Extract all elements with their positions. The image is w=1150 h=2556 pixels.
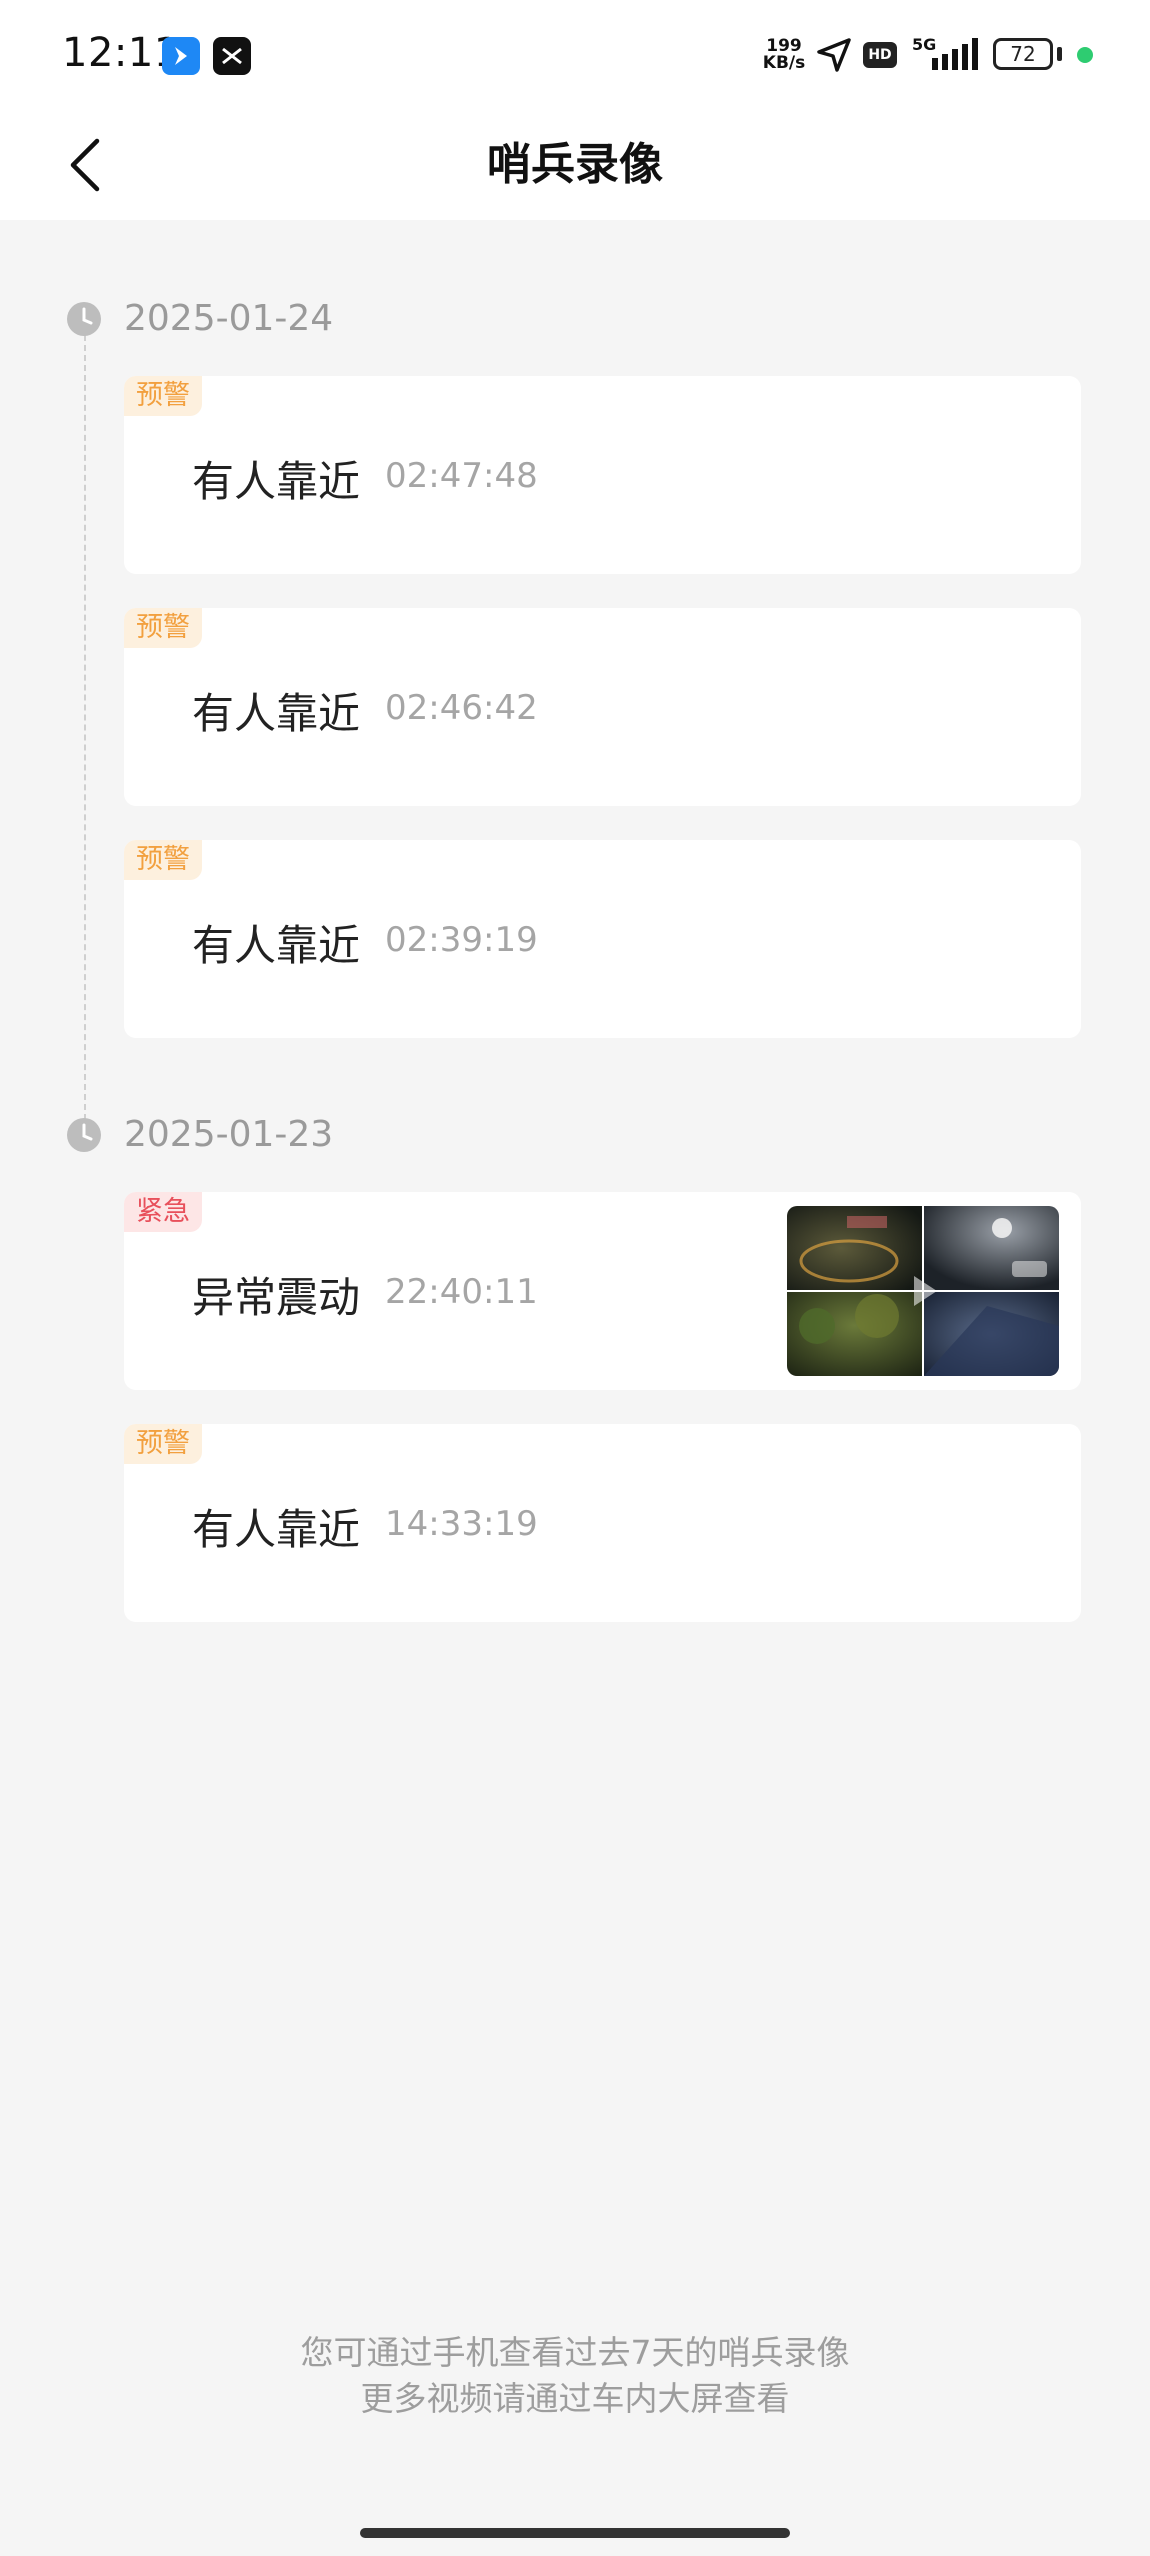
battery-tip — [1057, 47, 1062, 61]
event-title: 有人靠近 — [192, 1505, 361, 1554]
severity-tag: 预警 — [124, 1424, 202, 1464]
severity-tag: 预警 — [124, 840, 202, 880]
event-time: 02:47:48 — [385, 456, 538, 496]
location-arrow-icon — [817, 38, 851, 72]
date-header: 2025-01-23 — [66, 1110, 333, 1160]
event-title: 有人靠近 — [192, 689, 361, 738]
event-title: 异常震动 — [192, 1273, 361, 1322]
footer-line-1: 您可通过手机查看过去7天的哨兵录像 — [300, 2333, 850, 2372]
page-title: 哨兵录像 — [487, 139, 663, 190]
date-label: 2025-01-23 — [124, 1114, 334, 1155]
privacy-indicator-dot — [1077, 47, 1093, 63]
battery-indicator: 72 — [993, 38, 1053, 70]
timeline-connector — [84, 335, 86, 1120]
event-title: 有人靠近 — [192, 457, 361, 506]
net-speed-unit: KB/s — [762, 53, 806, 73]
video-thumbnail[interactable] — [787, 1206, 1059, 1376]
event-time: 02:39:19 — [385, 920, 538, 960]
status-bar: 12:11 199 KB/s HD 5G 72 — [0, 0, 1150, 110]
event-time: 22:40:11 — [385, 1272, 538, 1312]
event-card[interactable]: 紧急 异常震动 22:40:11 — [124, 1192, 1081, 1390]
home-indicator[interactable] — [360, 2528, 790, 2538]
hd-badge: HD — [863, 42, 897, 68]
event-card[interactable]: 预警 有人靠近 02:46:42 — [124, 608, 1081, 806]
event-time: 02:46:42 — [385, 688, 538, 728]
app-notification-icon-2 — [213, 37, 251, 75]
surround-camera-preview — [787, 1206, 1059, 1376]
chevron-left-icon — [70, 138, 100, 192]
header: 哨兵录像 — [0, 110, 1150, 220]
event-card[interactable]: 预警 有人靠近 14:33:19 — [124, 1424, 1081, 1622]
event-card[interactable]: 预警 有人靠近 02:39:19 — [124, 840, 1081, 1038]
footer-line-2: 更多视频请通过车内大屏查看 — [360, 2379, 790, 2418]
date-label: 2025-01-24 — [124, 298, 334, 339]
event-time: 14:33:19 — [385, 1504, 538, 1544]
event-card[interactable]: 预警 有人靠近 02:47:48 — [124, 376, 1081, 574]
severity-tag: 预警 — [124, 376, 202, 416]
clock-icon — [67, 1118, 101, 1152]
back-button[interactable] — [50, 130, 120, 200]
severity-tag: 预警 — [124, 608, 202, 648]
date-header: 2025-01-24 — [66, 294, 333, 344]
severity-tag: 紧急 — [124, 1192, 202, 1232]
signal-bars-icon — [932, 38, 978, 70]
app-notification-icon — [162, 37, 200, 75]
event-title: 有人靠近 — [192, 921, 361, 970]
network-speed: 199 KB/s — [758, 38, 810, 72]
footer-note: 您可通过手机查看过去7天的哨兵录像 更多视频请通过车内大屏查看 — [0, 2330, 1150, 2422]
clock-icon — [67, 302, 101, 336]
